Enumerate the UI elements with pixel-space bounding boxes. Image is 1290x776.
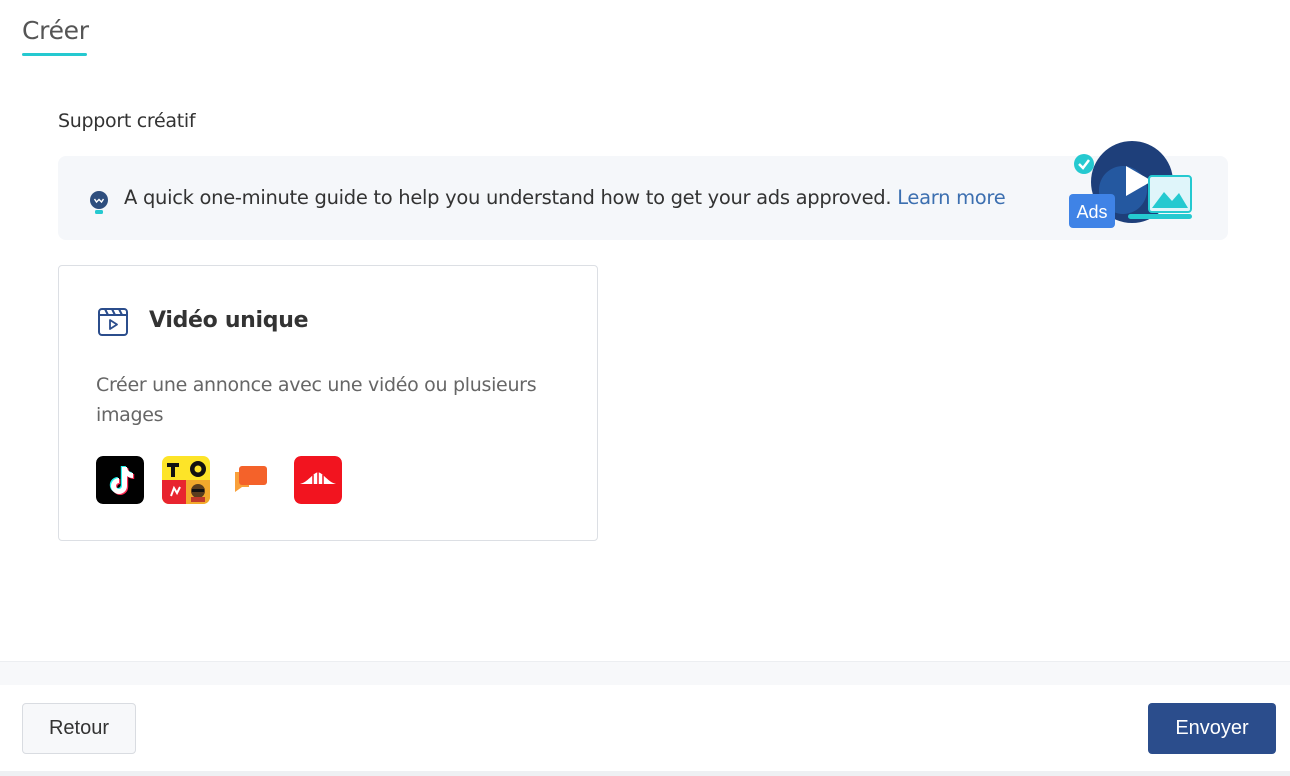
send-button[interactable]: Envoyer [1148,703,1276,754]
guide-message: A quick one-minute guide to help you und… [124,186,892,209]
guide-banner: A quick one-minute guide to help you und… [58,141,1228,240]
platform-list [96,456,342,504]
tab-create[interactable]: Créer [22,16,89,56]
video-file-icon [98,308,128,336]
back-button[interactable]: Retour [22,703,136,754]
lightbulb-icon [90,191,108,214]
section-label: Support créatif [58,110,196,132]
learn-more-link[interactable]: Learn more [897,186,1006,209]
tiktok-icon [96,456,144,504]
single-video-card[interactable]: Vidéo unique Créer une annonce avec une … [58,265,598,541]
footer-divider [0,661,1290,685]
guide-text: A quick one-minute guide to help you und… [124,186,1006,209]
tab-active-indicator [22,53,87,56]
card-description: Créer une annonce avec une vidéo ou plus… [96,374,537,426]
footer-bottom-edge [0,771,1290,776]
tab-title: Créer [22,16,89,45]
topbuzz-icon [162,456,210,504]
ads-label: Ads [1076,202,1107,222]
ads-illustration: Ads [1069,141,1192,228]
card-title: Vidéo unique [149,308,309,333]
vigo-icon [294,456,342,504]
babe-icon [228,456,276,504]
footer-bar: Retour Envoyer [0,685,1290,772]
